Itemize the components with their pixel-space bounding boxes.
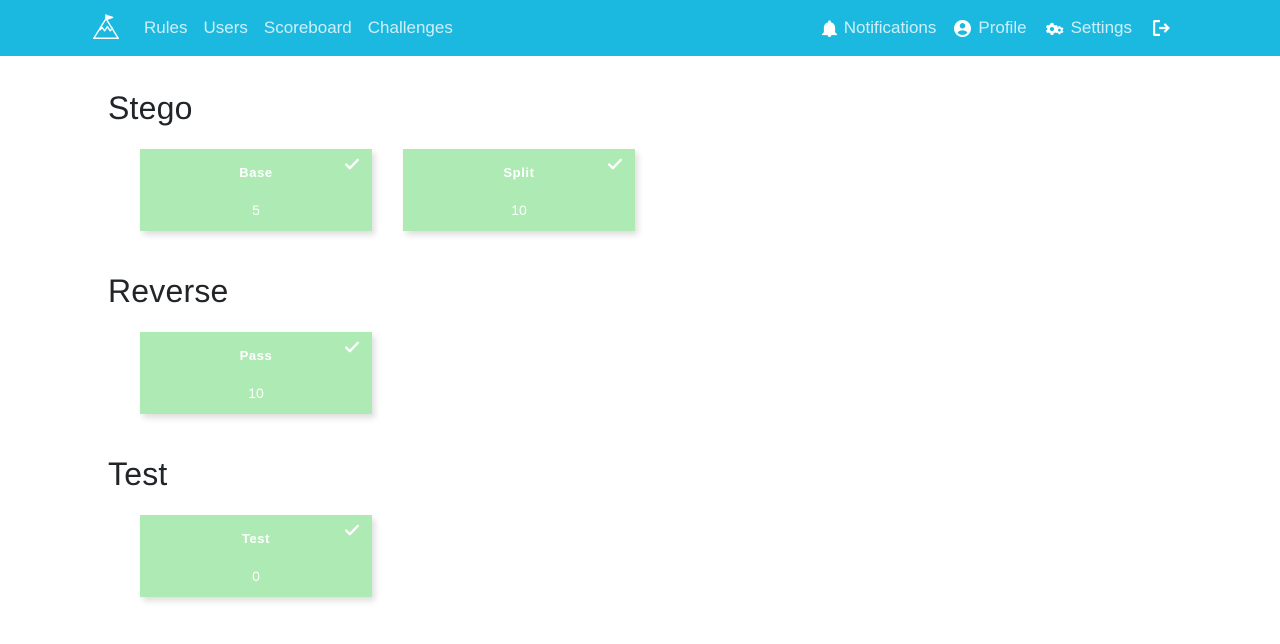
nav-link-settings[interactable]: Settings <box>1036 0 1141 56</box>
nav-link-challenges[interactable]: Challenges <box>360 0 461 56</box>
user-circle-icon <box>954 19 972 37</box>
challenge-card[interactable]: Split 10 <box>403 149 635 231</box>
nav-link-rules[interactable]: Rules <box>136 0 195 56</box>
check-icon <box>343 155 361 173</box>
category-section-reverse: Reverse Pass 10 <box>108 231 1280 414</box>
challenge-value: 10 <box>511 202 527 218</box>
nav-item-challenges: Challenges <box>360 0 461 56</box>
challenge-name: Split <box>503 165 535 180</box>
navbar-left-section: Rules Users Scoreboard Challenges <box>88 0 461 56</box>
challenges-container: Stego Base 5 Split 10 Reverse Pass 10 Te… <box>0 56 1280 597</box>
challenge-value: 0 <box>252 568 260 584</box>
nav-link-notifications[interactable]: Notifications <box>813 0 946 56</box>
nav-link-notifications-label: Notifications <box>843 18 937 37</box>
challenge-value: 5 <box>252 202 260 218</box>
challenge-name: Base <box>239 165 273 180</box>
nav-link-scoreboard[interactable]: Scoreboard <box>256 0 360 56</box>
category-section-stego: Stego Base 5 Split 10 <box>108 56 1280 231</box>
nav-link-settings-label: Settings <box>1070 18 1132 37</box>
check-icon <box>606 155 624 173</box>
category-title: Test <box>108 456 168 492</box>
challenge-card-row: Test 0 <box>108 493 1280 597</box>
challenge-value: 10 <box>248 385 264 401</box>
nav-link-users[interactable]: Users <box>195 0 255 56</box>
main-navbar: Rules Users Scoreboard Challenges Notifi… <box>0 0 1280 56</box>
bell-icon <box>821 19 837 37</box>
category-title: Stego <box>108 90 193 126</box>
check-icon <box>343 521 361 539</box>
navbar-right-section: Notifications Profile Settings <box>813 0 1184 56</box>
cogs-icon <box>1045 20 1064 37</box>
nav-link-logout[interactable] <box>1141 20 1184 36</box>
nav-item-users: Users <box>195 0 255 56</box>
nav-item-rules: Rules <box>136 0 195 56</box>
challenge-name: Pass <box>239 348 273 363</box>
challenge-card[interactable]: Pass 10 <box>140 332 372 414</box>
brand-logo-link[interactable] <box>88 10 124 46</box>
nav-link-profile[interactable]: Profile <box>945 0 1035 56</box>
challenge-card-row: Pass 10 <box>108 310 1280 414</box>
category-section-test: Test Test 0 <box>108 414 1280 597</box>
challenge-card-row: Base 5 Split 10 <box>108 127 1280 231</box>
challenge-card[interactable]: Base 5 <box>140 149 372 231</box>
nav-link-profile-label: Profile <box>978 18 1027 37</box>
mountain-flag-logo-icon <box>91 13 121 43</box>
nav-item-scoreboard: Scoreboard <box>256 0 360 56</box>
primary-nav-list: Rules Users Scoreboard Challenges <box>136 0 461 56</box>
challenge-name: Test <box>241 531 271 546</box>
category-title: Reverse <box>108 273 229 309</box>
challenge-card[interactable]: Test 0 <box>140 515 372 597</box>
sign-out-icon <box>1153 20 1171 36</box>
check-icon <box>343 338 361 356</box>
